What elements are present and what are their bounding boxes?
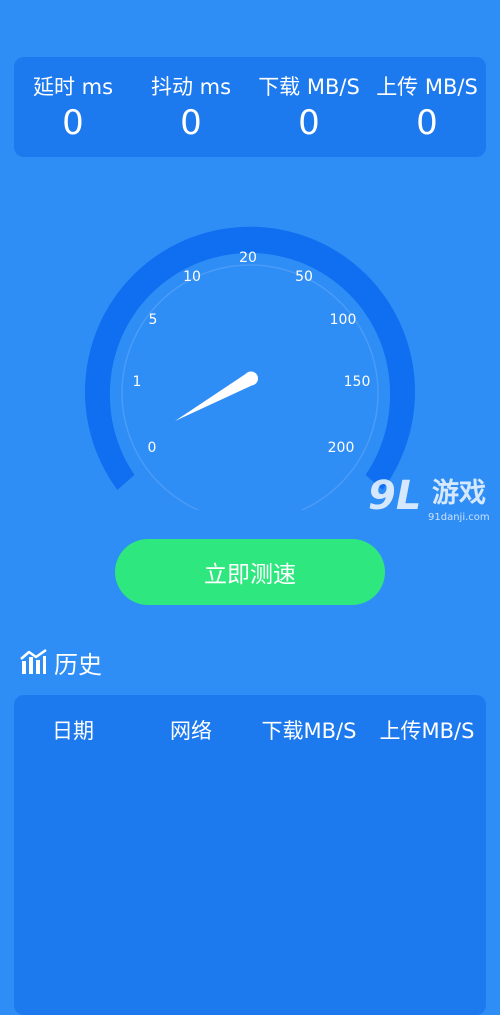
column-header-date: 日期: [52, 719, 94, 743]
stat-latency: 延时 ms 0: [14, 57, 132, 157]
gauge-tick-10: 10: [183, 269, 201, 285]
gauge-tick-50: 50: [295, 269, 313, 285]
stat-download-label: 下载 MB/S: [258, 75, 360, 99]
gauge-needle-tip: [244, 371, 258, 386]
gauge-tick-150: 150: [344, 374, 371, 390]
stat-jitter-value: 0: [180, 103, 202, 143]
bar-chart-icon: [18, 647, 48, 677]
stat-latency-value: 0: [62, 103, 84, 143]
stat-download: 下载 MB/S 0: [250, 57, 368, 157]
column-header-upload: 上传MB/S: [379, 719, 475, 743]
stat-jitter: 抖动 ms 0: [132, 57, 250, 157]
speed-gauge-svg: 0 1 5 10 20 50 100 150 200: [84, 226, 415, 510]
speed-gauge: 0 1 5 10 20 50 100 150 200: [80, 190, 420, 510]
speed-stats-panel: 延时 ms 0 抖动 ms 0 下载 MB/S 0 上传 MB/S 0: [14, 57, 486, 157]
gauge-tick-200: 200: [328, 440, 355, 456]
stat-upload: 上传 MB/S 0: [368, 57, 486, 157]
watermark-url: 91danji.com: [428, 512, 490, 523]
gauge-tick-100: 100: [330, 312, 357, 328]
column-header-network: 网络: [170, 719, 212, 743]
stat-upload-label: 上传 MB/S: [376, 75, 478, 99]
watermark-text: 游戏: [432, 478, 486, 509]
gauge-tick-5: 5: [149, 312, 158, 328]
history-title: 历史: [54, 650, 102, 679]
history-table-header: 日期 网络 下载MB/S 上传MB/S: [14, 715, 486, 745]
stat-jitter-label: 抖动 ms: [150, 75, 232, 99]
stat-download-value: 0: [298, 103, 320, 143]
history-table: 日期 网络 下载MB/S 上传MB/S: [14, 695, 486, 1015]
stat-latency-label: 延时 ms: [32, 75, 114, 99]
gauge-tick-1: 1: [133, 374, 142, 390]
gauge-tick-20: 20: [239, 250, 257, 266]
watermark-logo: 9L 游戏 91danji.com: [368, 472, 496, 530]
stat-upload-value: 0: [416, 103, 438, 143]
column-header-download: 下载MB/S: [261, 719, 357, 743]
watermark-91-mark: 9L: [368, 473, 422, 519]
gauge-tick-0: 0: [148, 440, 157, 456]
start-speed-test-button[interactable]: 立即测速: [115, 539, 385, 605]
history-header: 历史: [18, 645, 102, 679]
